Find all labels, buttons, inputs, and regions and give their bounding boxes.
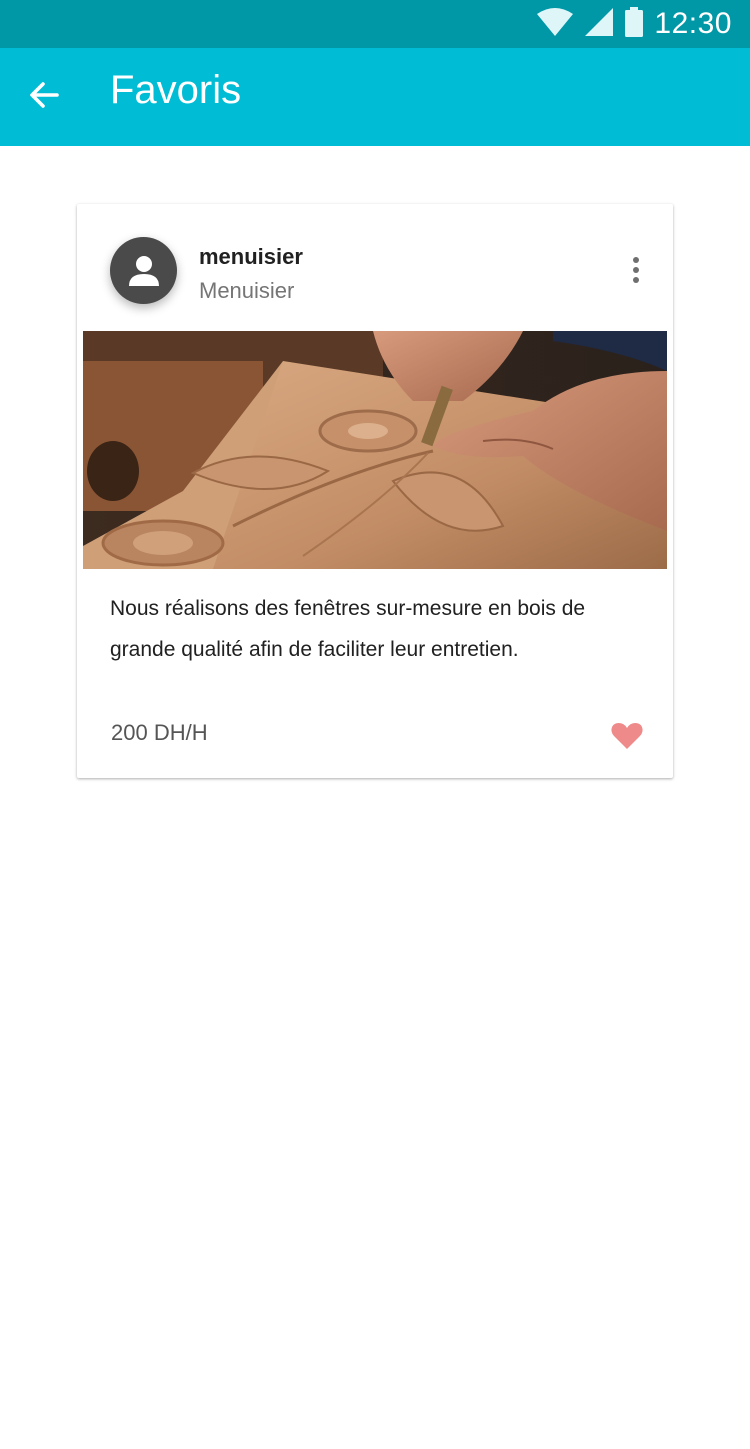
arrow-back-icon	[30, 82, 59, 108]
avatar[interactable]	[110, 237, 177, 304]
page-title: Favoris	[110, 68, 242, 112]
status-bar: 12:30	[0, 0, 750, 48]
app-bar: Favoris	[0, 48, 750, 146]
wood-carving-photo	[83, 331, 667, 569]
card-image	[83, 331, 667, 569]
signal-icon	[584, 7, 614, 42]
card-price: 200 DH/H	[111, 720, 208, 745]
card-description: Nous réalisons des fenêtres sur-mesure e…	[110, 597, 586, 661]
person-icon	[128, 255, 159, 286]
favorite-card[interactable]: menuisier Menuisier Nous réalisons des f…	[77, 204, 673, 778]
more-vert-icon	[633, 257, 639, 263]
card-title: menuisier	[199, 244, 303, 269]
status-time: 12:30	[654, 7, 732, 40]
status-icons	[536, 6, 644, 42]
more-options-button[interactable]	[618, 252, 654, 288]
back-button[interactable]	[22, 73, 66, 117]
battery-icon	[624, 6, 644, 42]
card-subtitle: Menuisier	[199, 278, 295, 303]
heart-icon	[611, 723, 643, 749]
favorite-button[interactable]	[607, 718, 647, 754]
wifi-icon	[536, 7, 574, 42]
